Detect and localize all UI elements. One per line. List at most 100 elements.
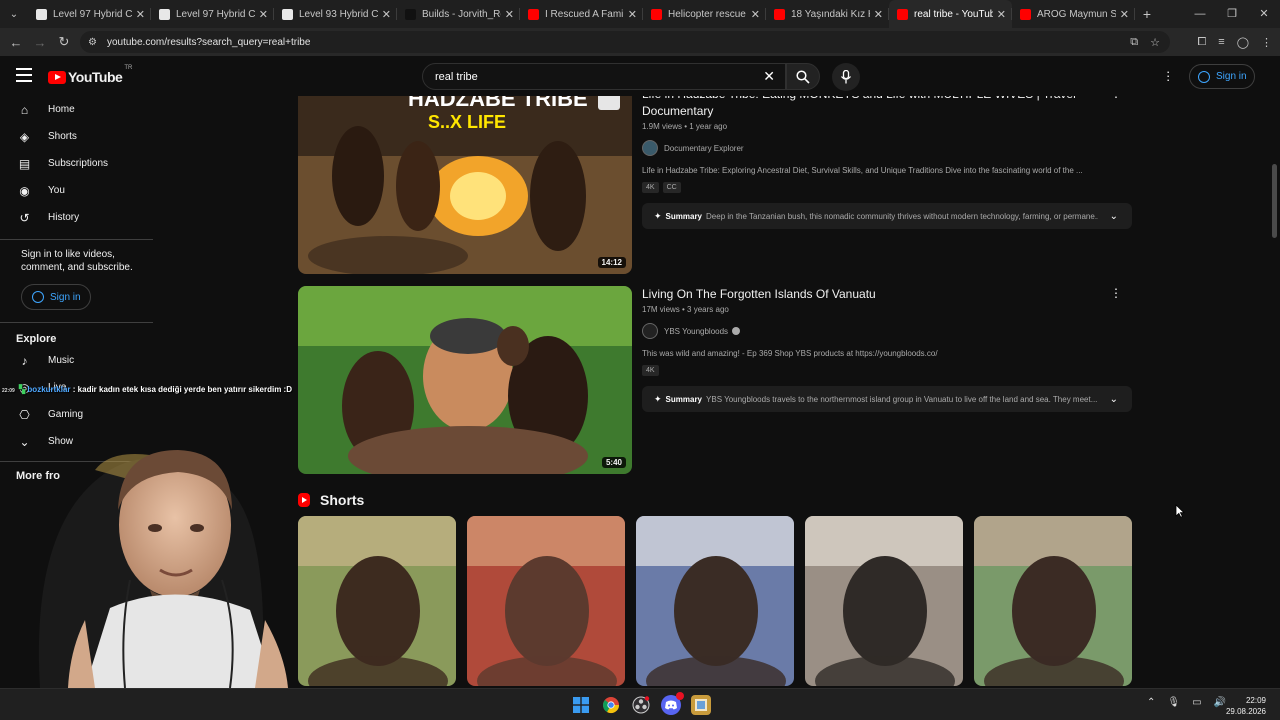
tab-close-icon[interactable]: ✕: [751, 8, 760, 21]
system-tray: ⌃ 🎙 ▭ 🔊: [1147, 697, 1226, 708]
browser-tab[interactable]: I Rescued A Family Fr ✕: [520, 0, 643, 28]
search-input[interactable]: real tribe ✕: [422, 63, 786, 90]
page-scrollbar[interactable]: [1269, 56, 1280, 688]
minimize-button[interactable]: —: [1184, 0, 1216, 28]
chevron-down-icon[interactable]: ⌄: [1110, 211, 1118, 222]
back-icon[interactable]: ←: [4, 35, 28, 50]
video-thumbnail[interactable]: HADZABE TRIBE S..X LIFE 14:12: [298, 96, 632, 274]
ai-summary[interactable]: ✦ Summary YBS Youngbloods travels to the n…: [642, 386, 1132, 412]
video-title[interactable]: Living On The Forgotten Islands Of Vanua…: [642, 286, 1082, 303]
browser-tab[interactable]: Level 97 Hybrid Crit B ✕: [151, 0, 274, 28]
channel-name[interactable]: Documentary Explorer: [664, 144, 744, 153]
channel-info[interactable]: Documentary Explorer: [642, 140, 1132, 156]
start-button[interactable]: [571, 695, 591, 715]
sidebar-item-music[interactable]: ♪ Music: [0, 347, 155, 374]
webcam-overlay: [0, 430, 340, 689]
guide-menu-icon[interactable]: [16, 68, 32, 86]
sidebar-item-home[interactable]: ⌂ Home: [0, 96, 155, 123]
volume-icon[interactable]: 🔊: [1214, 697, 1226, 708]
profile-icon[interactable]: ◯: [1237, 36, 1249, 49]
sidebar-item-shorts[interactable]: ◈ Shorts: [0, 123, 155, 150]
video-badge: CC: [662, 182, 681, 193]
sidebar-item-label: Shorts: [48, 131, 77, 142]
short-thumbnail[interactable]: [636, 516, 794, 686]
voice-search-button[interactable]: [832, 63, 860, 91]
tab-close-icon[interactable]: ✕: [259, 8, 268, 21]
reload-icon[interactable]: ↻: [52, 34, 76, 50]
browser-tab[interactable]: Level 93 Hybrid Crit F ✕: [274, 0, 397, 28]
extensions-icon[interactable]: ⧠: [1197, 36, 1206, 49]
scrollbar-thumb[interactable]: [1272, 164, 1277, 238]
tab-close-icon[interactable]: ✕: [136, 8, 145, 21]
media-controls-icon[interactable]: ≡: [1218, 36, 1224, 48]
tab-close-icon[interactable]: ✕: [505, 8, 514, 21]
video-thumbnail[interactable]: 5:40: [298, 286, 632, 474]
tab-close-icon[interactable]: ✕: [997, 8, 1006, 21]
sidebar-item-label: Home: [48, 104, 75, 115]
video-result[interactable]: 5:40 Living On The Forgotten Islands Of V…: [298, 286, 1133, 474]
network-icon[interactable]: ▭: [1192, 697, 1201, 708]
gaming-icon: ⎔: [19, 407, 30, 422]
browser-tab[interactable]: Level 97 Hybrid Crit B ✕: [28, 0, 151, 28]
browser-tab[interactable]: Builds - Jorvith_RoA ✕: [397, 0, 520, 28]
tab-title: Level 97 Hybrid Crit B: [53, 8, 132, 20]
video-menu-icon[interactable]: ⋮: [1110, 286, 1122, 300]
bookmark-star-icon[interactable]: ☆: [1150, 36, 1160, 49]
tab-title: I Rescued A Family Fr: [545, 8, 624, 20]
chrome-taskbar-button[interactable]: [601, 695, 621, 715]
short-thumbnail[interactable]: [805, 516, 963, 686]
tab-close-icon[interactable]: ✕: [628, 8, 637, 21]
youtube-play-icon: [48, 70, 66, 84]
tab-close-icon[interactable]: ✕: [382, 8, 391, 21]
browser-menu-icon[interactable]: ⋮: [1261, 36, 1272, 49]
browser-tab[interactable]: Helicopter rescue of ✕: [643, 0, 766, 28]
short-thumbnail[interactable]: [467, 516, 625, 686]
browser-tab[interactable]: real tribe - YouTube ✕: [889, 0, 1012, 28]
sidebar-item-subscriptions[interactable]: ▤ Subscriptions: [0, 150, 155, 177]
install-app-icon[interactable]: ⧉: [1130, 36, 1138, 49]
history-icon: ↺: [19, 210, 30, 225]
tray-overflow-icon[interactable]: ⌃: [1147, 697, 1155, 708]
channel-name[interactable]: YBS Youngbloods: [664, 327, 728, 336]
video-title[interactable]: Life in Hadzabe Tribe! Eating MONKEYS an…: [642, 96, 1082, 120]
forward-icon[interactable]: →: [28, 35, 52, 50]
site-info-icon[interactable]: ⚙: [88, 37, 97, 48]
sidebar-item-history[interactable]: ↺ History: [0, 204, 155, 231]
video-result[interactable]: HADZABE TRIBES..X LIFE14:12 Life in Hadza…: [298, 96, 1133, 274]
settings-menu-icon[interactable]: · · ·: [1166, 65, 1170, 86]
ai-summary[interactable]: ✦ Summary Deep in the Tanzanian bush, this…: [642, 203, 1132, 229]
restore-button[interactable]: ❐: [1216, 0, 1248, 28]
address-bar[interactable]: ⚙ youtube.com/results?search_query=real+…: [80, 31, 1170, 53]
taskbar-clock[interactable]: 22:09 29.08.2026: [1226, 695, 1266, 717]
chat-username: bozkurtklar: [27, 385, 71, 394]
browser-tab[interactable]: 18 Yaşındaki Kız Her ✕: [766, 0, 889, 28]
discord-taskbar-button[interactable]: [661, 692, 684, 715]
microphone-tray-icon[interactable]: 🎙: [1167, 697, 1180, 708]
tab-search-icon[interactable]: ⌄: [0, 0, 28, 28]
windows-logo-icon: [573, 697, 589, 713]
youtube-logo[interactable]: YouTube TR: [48, 65, 132, 85]
sidebar-item-gaming[interactable]: ⎔ Gaming: [0, 401, 155, 428]
clear-search-icon[interactable]: ✕: [763, 68, 775, 85]
sidebar-item-you[interactable]: ◉ You: [0, 177, 155, 204]
game-taskbar-button[interactable]: [691, 695, 711, 715]
tab-favicon-icon: [282, 8, 293, 20]
tab-favicon-icon: [897, 8, 908, 20]
channel-avatar[interactable]: [642, 140, 658, 156]
verified-icon: [732, 327, 741, 335]
tab-close-icon[interactable]: ✕: [874, 8, 883, 21]
chevron-down-icon[interactable]: ⌄: [1110, 394, 1118, 405]
video-menu-icon[interactable]: ⋮: [1110, 96, 1122, 100]
signin-button[interactable]: Sign in: [1189, 64, 1255, 89]
search-button[interactable]: [786, 63, 820, 90]
video-info: Living On The Forgotten Islands Of Vanua…: [642, 286, 1132, 412]
obs-taskbar-button[interactable]: [631, 695, 651, 715]
new-tab-button[interactable]: +: [1135, 6, 1159, 22]
short-thumbnail[interactable]: [974, 516, 1132, 686]
sidebar-signin-button[interactable]: Sign in: [21, 284, 91, 310]
channel-avatar[interactable]: [642, 323, 658, 339]
close-window-button[interactable]: ✕: [1248, 0, 1280, 28]
browser-tab[interactable]: AROG Maymun Sahn ✕: [1012, 0, 1135, 28]
tab-close-icon[interactable]: ✕: [1120, 8, 1129, 21]
channel-info[interactable]: YBS Youngbloods: [642, 323, 1132, 339]
